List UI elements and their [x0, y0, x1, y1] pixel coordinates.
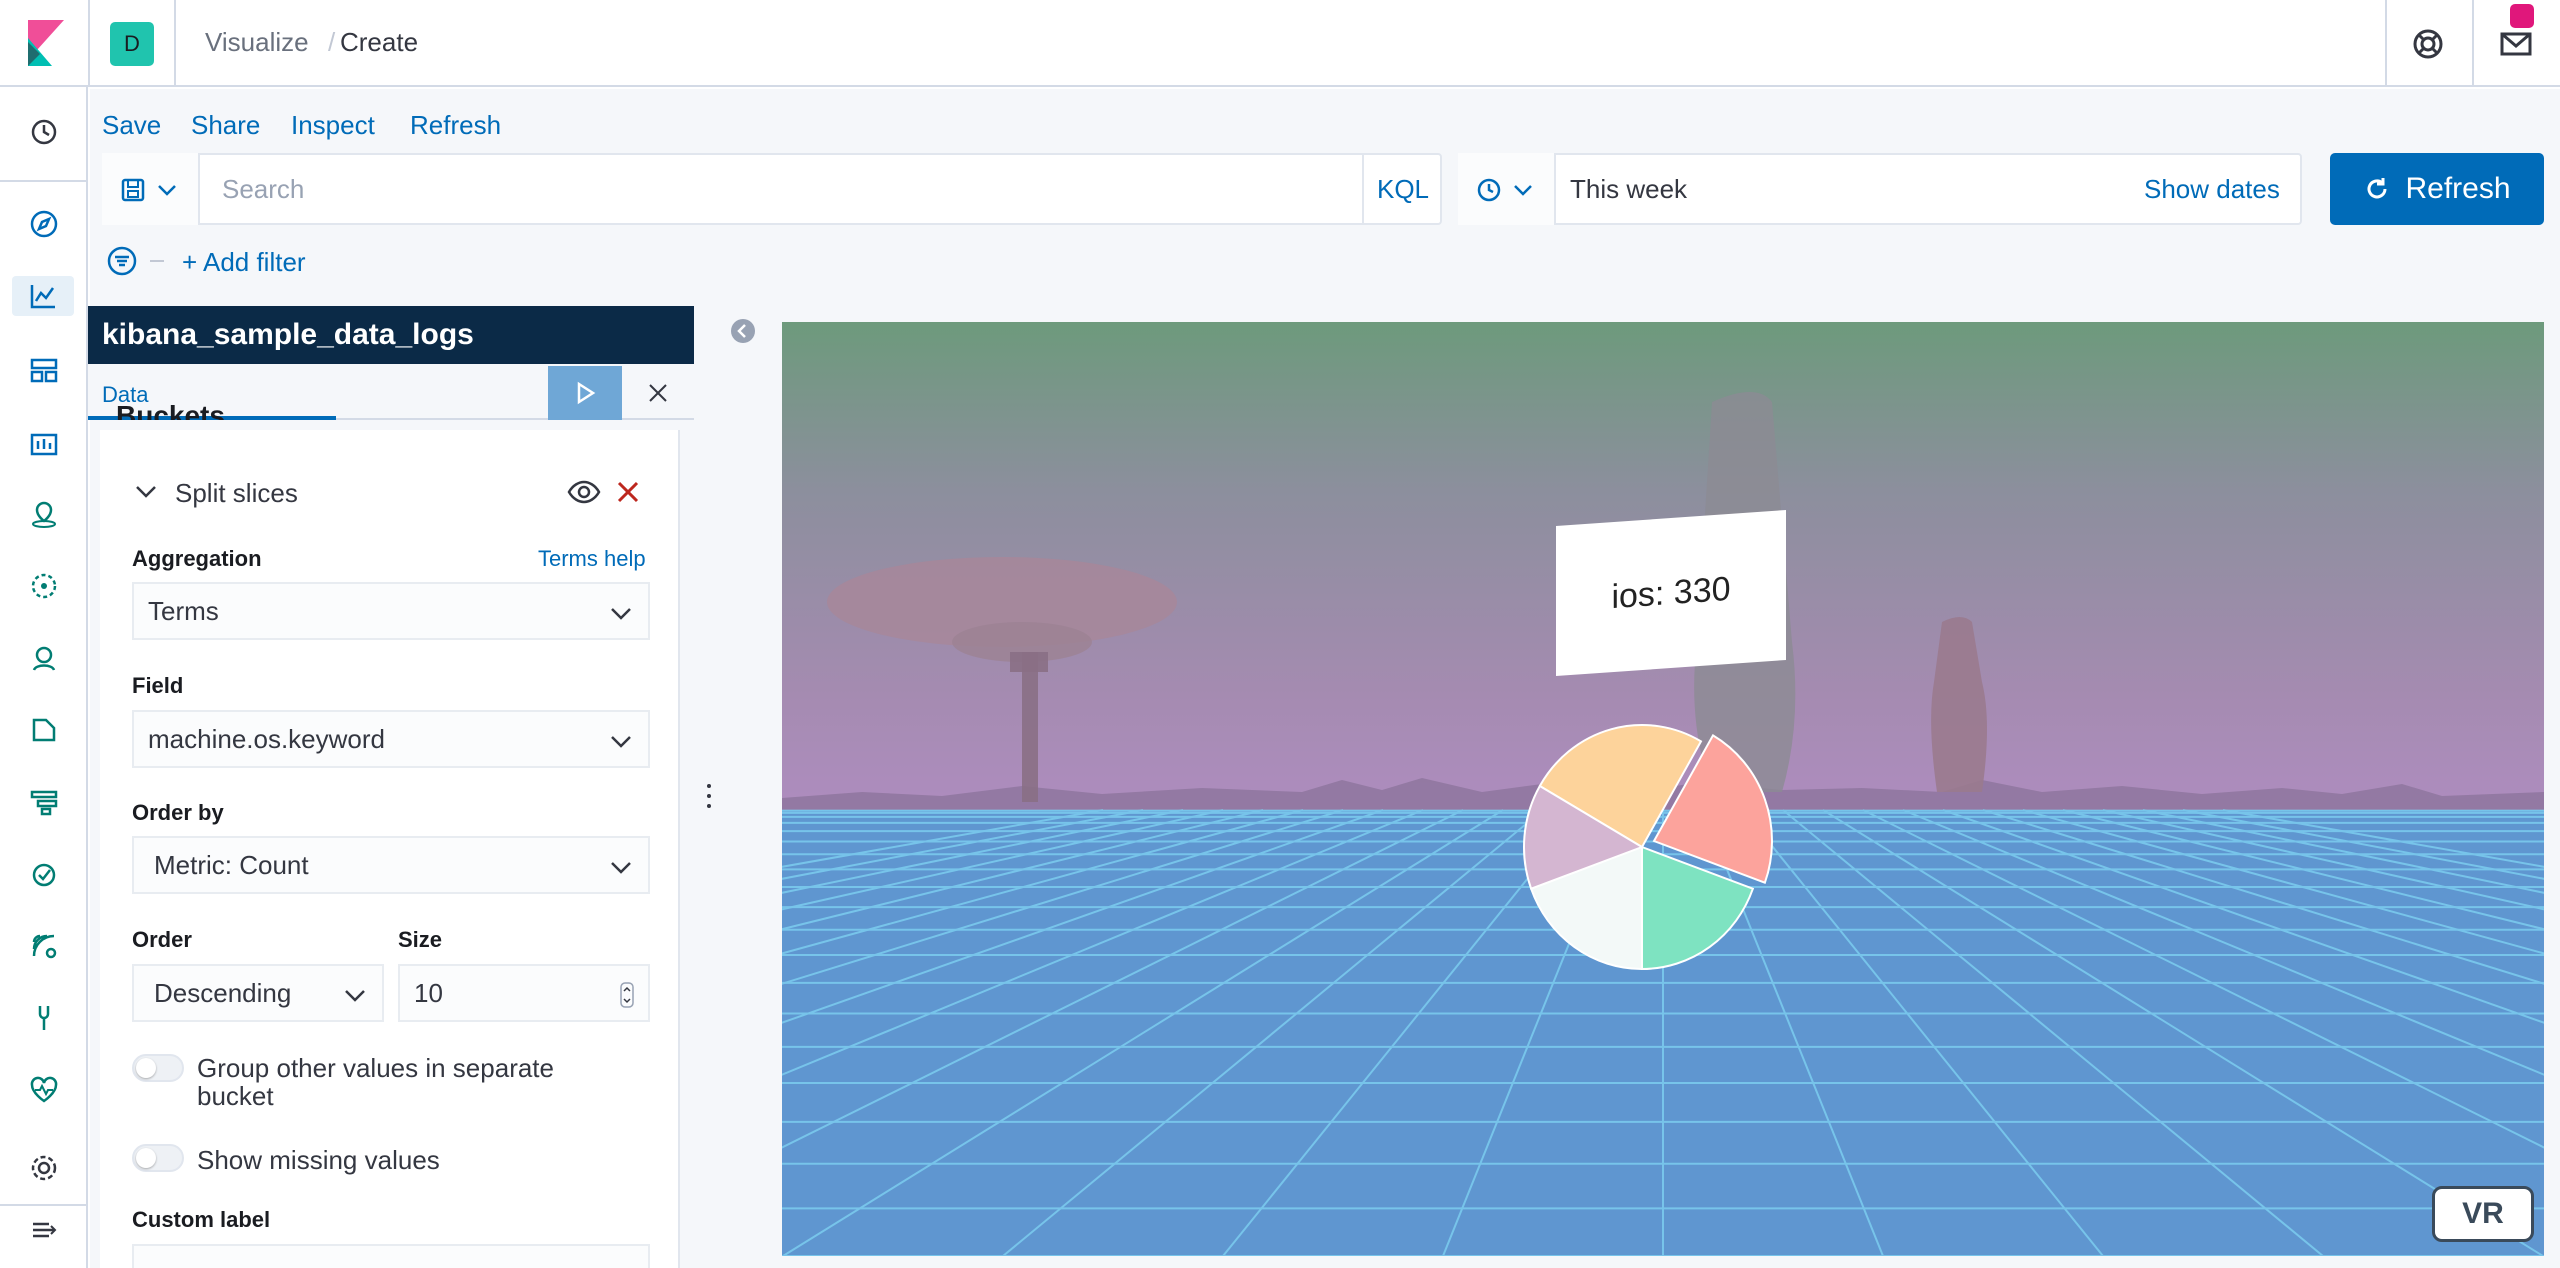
order-select[interactable]: Descending	[132, 964, 384, 1022]
save-link[interactable]: Save	[102, 110, 161, 141]
show-missing-label: Show missing values	[197, 1145, 440, 1175]
chevron-down-icon	[158, 185, 176, 196]
apply-changes-button[interactable]	[548, 366, 622, 420]
visualize-icon[interactable]	[12, 276, 74, 316]
collapse-nav-icon[interactable]	[24, 1210, 64, 1250]
header-divider	[174, 0, 176, 87]
eye-icon[interactable]	[566, 478, 602, 506]
custom-label-input[interactable]	[132, 1244, 650, 1268]
collapse-sidebar-icon[interactable]	[730, 318, 756, 344]
save-disk-icon	[121, 178, 145, 202]
share-link[interactable]: Share	[191, 110, 260, 141]
newsfeed-mail-icon[interactable]	[2496, 24, 2536, 64]
order-by-select[interactable]: Metric: Count	[132, 836, 650, 894]
chevron-down-icon	[1514, 185, 1532, 196]
group-other-switch[interactable]	[132, 1054, 184, 1082]
aggregation-label: Aggregation	[132, 546, 262, 571]
space-avatar[interactable]: D	[110, 22, 154, 66]
size-label: Size	[398, 927, 443, 952]
show-missing-switch[interactable]	[132, 1144, 184, 1172]
order-by-label: Order by	[132, 800, 224, 825]
field-value: machine.os.keyword	[148, 723, 385, 754]
order-by-value: Metric: Count	[154, 849, 309, 880]
refresh-button-label: Refresh	[2405, 172, 2511, 205]
index-pattern-title: kibana_sample_data_logs	[88, 306, 694, 364]
chevron-down-icon	[345, 990, 365, 1002]
discard-changes-button[interactable]	[622, 366, 694, 420]
terms-help-link[interactable]: Terms help	[538, 546, 646, 572]
logs-icon[interactable]	[24, 710, 64, 750]
pie-slice-tooltip: ios: 330	[1556, 509, 1786, 677]
canvas-icon[interactable]	[24, 422, 64, 462]
search-input[interactable]	[204, 155, 1364, 223]
calendar-clock-icon	[1477, 178, 1501, 202]
infrastructure-icon[interactable]	[24, 638, 64, 678]
close-icon	[649, 384, 667, 402]
siem-icon[interactable]	[24, 926, 64, 966]
maps-icon[interactable]	[24, 494, 64, 534]
filter-options-icon[interactable]	[106, 246, 166, 276]
vr-scene[interactable]: ios: 330	[782, 322, 2544, 1256]
chevron-down-icon	[611, 608, 631, 620]
order-label: Order	[132, 927, 192, 952]
aggregation-value: Terms	[148, 595, 219, 626]
size-value: 10	[414, 977, 443, 1008]
size-input[interactable]: 10	[398, 964, 650, 1022]
date-range-text[interactable]: This week	[1570, 174, 1687, 205]
add-filter-button[interactable]: + Add filter	[182, 247, 306, 278]
kibana-logo[interactable]	[28, 20, 64, 66]
apm-icon[interactable]	[24, 782, 64, 822]
chevron-down-icon	[611, 862, 631, 874]
kql-toggle[interactable]: KQL	[1362, 155, 1442, 223]
help-icon[interactable]	[2408, 24, 2448, 64]
scroll-mask	[100, 420, 680, 430]
remove-icon[interactable]	[614, 478, 642, 506]
nav-divider	[0, 180, 88, 182]
discover-icon[interactable]	[24, 204, 64, 244]
order-value: Descending	[154, 977, 292, 1008]
breadcrumb-visualize[interactable]: Visualize	[205, 27, 309, 58]
dashboard-icon[interactable]	[24, 350, 64, 390]
group-other-label: Group other values in separate bucket	[197, 1053, 554, 1111]
uptime-icon[interactable]	[24, 854, 64, 894]
breadcrumb-separator: /	[328, 27, 336, 57]
quick-menu-button[interactable]	[1458, 153, 1556, 225]
vr-scene-graphic	[782, 392, 2544, 1256]
bucket-title: Split slices	[175, 478, 298, 508]
nav-divider	[0, 1204, 88, 1206]
header-divider	[88, 0, 90, 87]
notification-badge	[2510, 4, 2534, 28]
dev-tools-icon[interactable]	[24, 998, 64, 1038]
field-label: Field	[132, 673, 184, 698]
refresh-icon	[2367, 178, 2387, 199]
ml-icon[interactable]	[24, 566, 64, 606]
breadcrumb-current: Create	[340, 27, 419, 57]
header-divider	[2385, 0, 2387, 87]
field-select[interactable]: machine.os.keyword	[132, 710, 650, 768]
refresh-button[interactable]: Refresh	[2330, 153, 2544, 225]
aggregation-select[interactable]: Terms	[132, 582, 650, 640]
management-gear-icon[interactable]	[24, 1148, 64, 1188]
refresh-link[interactable]: Refresh	[410, 110, 501, 141]
monitoring-icon[interactable]	[24, 1070, 64, 1110]
play-icon	[577, 381, 596, 405]
number-stepper-icon[interactable]	[620, 982, 634, 1008]
header-divider	[2472, 0, 2474, 87]
recently-viewed-icon[interactable]	[24, 112, 64, 152]
saved-query-button[interactable]	[102, 153, 200, 225]
inspect-link[interactable]: Inspect	[291, 110, 375, 141]
chevron-down-icon	[611, 736, 631, 748]
show-dates-link[interactable]: Show dates	[2144, 174, 2280, 205]
custom-label-label: Custom label	[132, 1207, 271, 1232]
enter-vr-button[interactable]: VR	[2432, 1186, 2534, 1242]
chevron-down-icon[interactable]	[132, 478, 160, 506]
resize-handle-icon[interactable]	[704, 780, 714, 812]
